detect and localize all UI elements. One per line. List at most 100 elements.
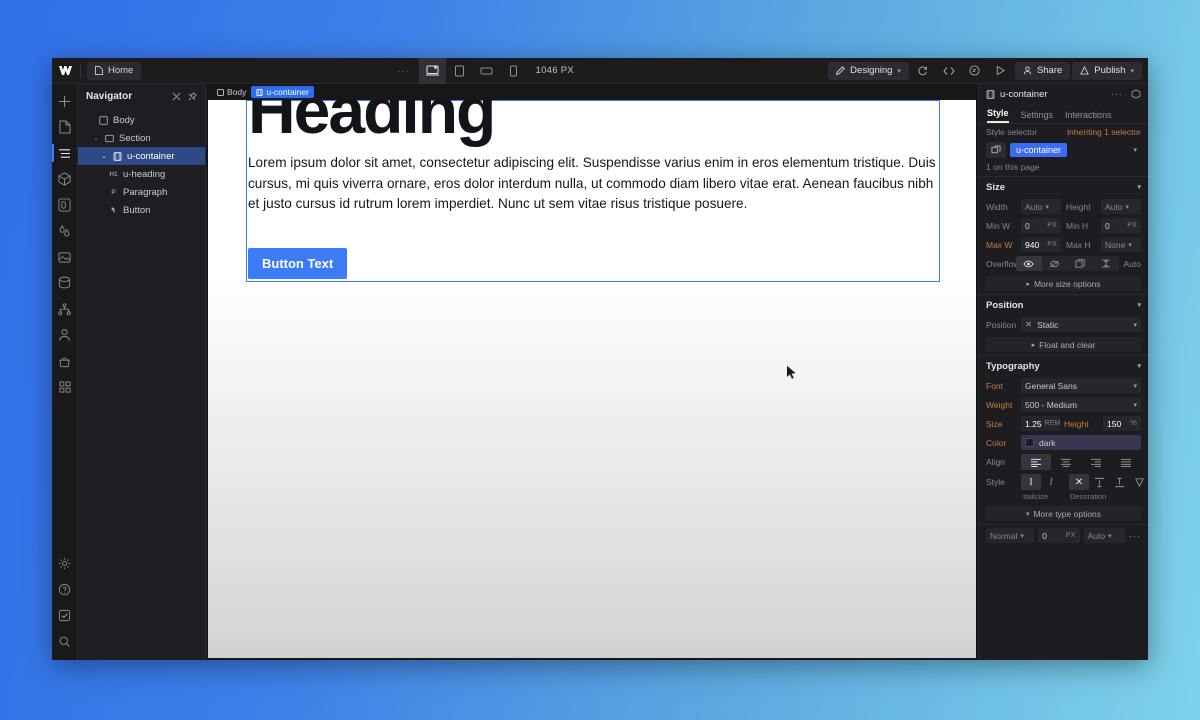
collapse-all-icon[interactable] xyxy=(172,92,181,101)
breadcrumb-item-u-container[interactable]: u-container xyxy=(251,86,314,98)
refresh-icon[interactable] xyxy=(911,60,935,82)
strikethrough-icon[interactable] xyxy=(1129,474,1148,490)
publish-button[interactable]: Publish ▾ xyxy=(1072,61,1142,80)
auto-icon[interactable] xyxy=(1093,256,1119,271)
device-desktop-button[interactable] xyxy=(419,58,447,84)
hidden-eye-icon[interactable] xyxy=(1042,256,1068,271)
tree-item-u-heading[interactable]: H1 u-heading xyxy=(78,165,205,183)
typography-section-header[interactable]: Typography ▾ xyxy=(979,356,1148,376)
navigator-header-icons xyxy=(172,91,197,101)
tree-arrow-icon[interactable]: ⌄ xyxy=(92,135,100,142)
min-height-field[interactable]: 0 PX xyxy=(1101,218,1141,233)
search-icon[interactable] xyxy=(52,628,78,654)
width-field[interactable]: Auto ▾ xyxy=(1021,199,1061,214)
align-center-icon[interactable] xyxy=(1051,454,1081,470)
image-icon[interactable] xyxy=(52,244,78,270)
italic-icon[interactable]: I xyxy=(1041,474,1061,490)
tab-style[interactable]: Style xyxy=(987,108,1009,123)
font-size-field[interactable]: 1.25 REM xyxy=(1021,416,1061,431)
check-icon[interactable] xyxy=(52,602,78,628)
code-icon[interactable] xyxy=(937,60,961,82)
float-and-clear-button[interactable]: ▸ Float and clear xyxy=(986,337,1141,352)
color-swatch[interactable] xyxy=(1025,438,1034,447)
tree-item-section[interactable]: ⌄ Section xyxy=(78,129,205,147)
max-width-field[interactable]: 940 PX xyxy=(1021,237,1061,252)
tree-item-u-container[interactable]: ⌄ u-container xyxy=(78,147,205,165)
max-height-field[interactable]: None ▾ xyxy=(1101,237,1141,252)
device-mobile-portrait-button[interactable] xyxy=(500,58,527,84)
device-mobile-landscape-button[interactable] xyxy=(473,58,500,84)
page-tab-home[interactable]: Home xyxy=(87,61,142,80)
canvas-heading[interactable]: Heading xyxy=(248,100,496,148)
tree-item-button[interactable]: Button xyxy=(78,201,205,219)
more-type-options-button[interactable]: ▾ More type options xyxy=(986,506,1141,521)
page-icon[interactable] xyxy=(52,114,78,140)
more-size-options-button[interactable]: ▸ More size options xyxy=(986,276,1141,291)
plus-icon[interactable] xyxy=(52,88,78,114)
canvas-paragraph[interactable]: Lorem ipsum dolor sit amet, consectetur … xyxy=(248,153,944,215)
selector-combo-icon[interactable] xyxy=(986,142,1006,158)
tab-settings[interactable]: Settings xyxy=(1021,110,1054,123)
color-select[interactable]: dark xyxy=(1021,435,1141,450)
footer-auto-select[interactable]: Auto ▾ xyxy=(1083,528,1125,543)
selector-chip[interactable]: u-container xyxy=(1010,143,1068,157)
align-right-icon[interactable] xyxy=(1081,454,1111,470)
style-icon[interactable] xyxy=(52,192,78,218)
line-height-field[interactable]: 150 % xyxy=(1103,416,1141,431)
align-left-icon[interactable] xyxy=(1021,454,1051,470)
upright-icon[interactable]: I xyxy=(1021,474,1041,490)
device-tablet-button[interactable] xyxy=(446,58,473,84)
overline-icon[interactable] xyxy=(1089,474,1109,490)
comment-icon[interactable] xyxy=(963,60,987,82)
breadcrumb-item-body[interactable]: Body xyxy=(212,86,251,98)
weight-select[interactable]: 500 - Medium ▾ xyxy=(1021,397,1141,412)
height-field[interactable]: Auto ▾ xyxy=(1101,199,1141,214)
cube-icon[interactable] xyxy=(52,166,78,192)
chevron-down-icon[interactable]: ▾ xyxy=(1137,301,1141,309)
chevron-down-icon[interactable]: ▾ xyxy=(1137,362,1141,370)
droplets-icon[interactable] xyxy=(52,218,78,244)
tab-interactions[interactable]: Interactions xyxy=(1065,110,1112,123)
color-value: dark xyxy=(1039,437,1056,448)
basket-icon[interactable] xyxy=(52,348,78,374)
tree-item-body[interactable]: Body xyxy=(78,111,205,129)
design-canvas[interactable]: Heading Lorem ipsum dolor sit amet, cons… xyxy=(208,100,976,658)
preview-icon[interactable] xyxy=(989,60,1013,82)
tree-item-paragraph[interactable]: P Paragraph xyxy=(78,183,205,201)
designing-mode-dropdown[interactable]: Designing ▾ xyxy=(828,61,909,80)
tree-arrow-icon[interactable]: ⌄ xyxy=(100,153,108,160)
clear-position-icon[interactable]: ✕ xyxy=(1025,319,1032,330)
toolbar-overflow-dots[interactable]: ··· xyxy=(387,66,419,76)
footer-offset-field[interactable]: 0 PX xyxy=(1038,528,1080,543)
size-section-header[interactable]: Size ▾ xyxy=(979,177,1148,197)
footer-overflow-dots[interactable]: ··· xyxy=(1129,531,1141,541)
chevron-down-icon[interactable]: ▾ xyxy=(1137,183,1141,191)
database-icon[interactable] xyxy=(52,270,78,296)
position-select[interactable]: ✕ Static ▾ xyxy=(1021,317,1141,332)
visible-eye-icon[interactable] xyxy=(1016,256,1042,271)
overflow-auto-label[interactable]: Auto xyxy=(1119,259,1142,269)
underline-icon[interactable] xyxy=(1109,474,1129,490)
grid-icon[interactable] xyxy=(52,374,78,400)
scroll-icon[interactable] xyxy=(1067,256,1093,271)
pin-icon[interactable] xyxy=(188,91,197,101)
canvas-button[interactable]: Button Text xyxy=(248,248,348,279)
component-icon[interactable] xyxy=(1131,89,1141,99)
inheriting-label[interactable]: Inheriting 1 selector xyxy=(1067,127,1141,137)
share-button[interactable]: Share xyxy=(1014,61,1071,80)
gear-icon[interactable] xyxy=(52,550,78,576)
webflow-logo-icon[interactable] xyxy=(52,58,80,84)
panel-overflow-icon[interactable]: ··· xyxy=(1111,89,1123,99)
user-icon[interactable] xyxy=(52,322,78,348)
min-width-field[interactable]: 0 PX xyxy=(1021,218,1061,233)
question-icon[interactable] xyxy=(52,576,78,602)
no-decoration-icon[interactable]: ✕ xyxy=(1069,474,1089,490)
line-height-unit: % xyxy=(1130,420,1137,427)
font-select[interactable]: General Sans ▾ xyxy=(1021,378,1141,393)
chevron-down-icon[interactable]: ▾ xyxy=(1133,146,1141,154)
navigator-icon[interactable] xyxy=(52,140,78,166)
sitemap-icon[interactable] xyxy=(52,296,78,322)
position-section-header[interactable]: Position ▾ xyxy=(979,295,1148,315)
footer-mode-select[interactable]: Normal ▾ xyxy=(986,528,1035,543)
align-justify-icon[interactable] xyxy=(1111,454,1141,470)
